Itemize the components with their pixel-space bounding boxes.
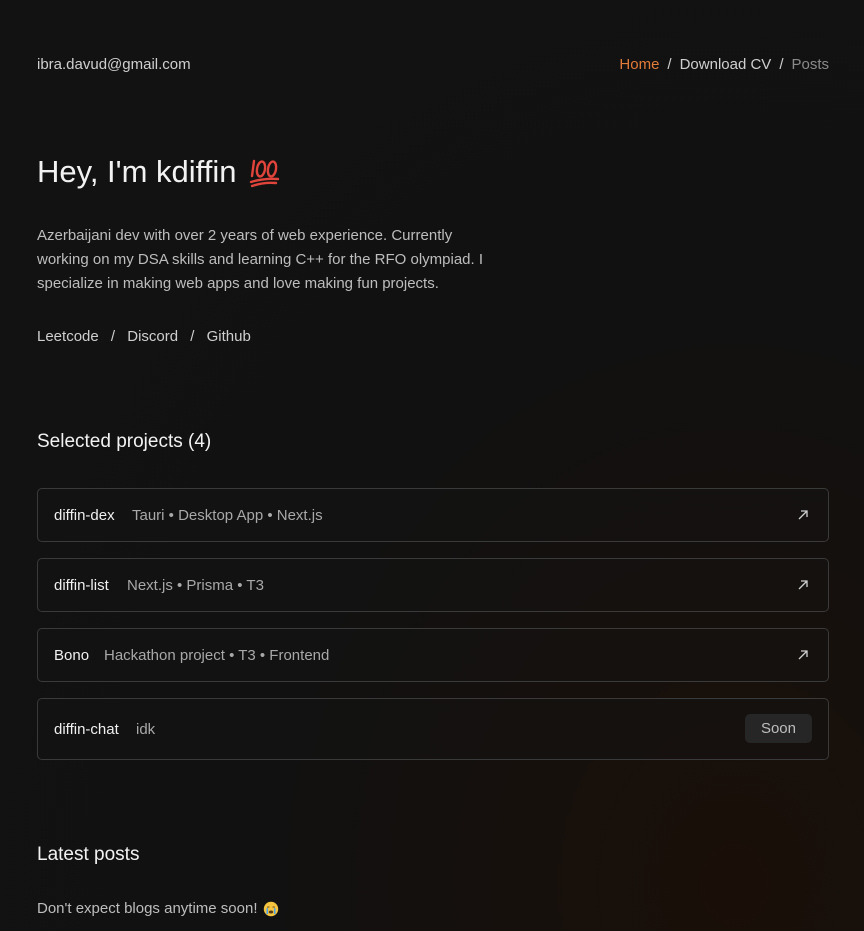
bio-paragraph: Azerbaijani dev with over 2 years of web…	[37, 227, 484, 292]
hero-title-text: Hey, I'm kdiffin	[37, 154, 237, 189]
project-name: diffin-dex	[54, 507, 115, 524]
github-link[interactable]: Github	[207, 328, 251, 345]
leetcode-link[interactable]: Leetcode	[37, 328, 99, 345]
projects-heading: Selected projects (4)	[37, 431, 212, 452]
posts-message-text: Don't expect blogs anytime soon!	[37, 900, 258, 917]
link-separator: /	[110, 328, 116, 345]
top-bar: ibra.davud@gmail.com Home / Download CV …	[37, 56, 829, 76]
external-link-icon[interactable]	[796, 648, 810, 662]
project-name: Bono	[54, 647, 90, 664]
external-link-icon[interactable]	[796, 508, 810, 522]
project-card-bono[interactable]: Bono Hackathon project • T3 • Frontend	[37, 628, 829, 682]
nav-download-cv-link[interactable]: Download CV	[680, 56, 772, 73]
project-name: diffin-chat	[54, 721, 119, 738]
project-tags: Next.js • Prisma • T3	[127, 577, 264, 594]
discord-link[interactable]: Discord	[127, 328, 178, 345]
project-tags: idk	[136, 721, 156, 738]
project-tags: Hackathon project • T3 • Frontend	[104, 647, 330, 664]
hero-heading: Hey, I'm kdiffin	[37, 154, 281, 190]
soon-badge: Soon	[744, 714, 812, 743]
project-tags: Tauri • Desktop App • Next.js	[132, 507, 323, 524]
project-card-diffin-dex[interactable]: diffin-dex Tauri • Desktop App • Next.js	[37, 488, 829, 542]
external-link-icon[interactable]	[796, 578, 810, 592]
nav-separator: /	[779, 56, 784, 73]
posts-heading: Latest posts	[37, 844, 140, 865]
posts-message: Don't expect blogs anytime soon!	[37, 900, 279, 917]
email-address[interactable]: ibra.davud@gmail.com	[37, 56, 191, 73]
nav-posts-link[interactable]: Posts	[791, 56, 829, 73]
link-separator: /	[190, 328, 195, 345]
hundred-points-icon	[249, 158, 281, 188]
social-links: Leetcode / Discord / Github	[37, 328, 251, 345]
project-card-diffin-chat[interactable]: diffin-chat idk Soon	[37, 698, 829, 760]
crying-face-icon	[263, 901, 279, 917]
nav-separator: /	[667, 56, 672, 73]
main-nav: Home / Download CV / Posts	[619, 56, 829, 73]
project-name: diffin-list	[54, 577, 109, 594]
nav-home-link[interactable]: Home	[619, 56, 659, 73]
project-card-diffin-list[interactable]: diffin-list Next.js • Prisma • T3	[37, 558, 829, 612]
